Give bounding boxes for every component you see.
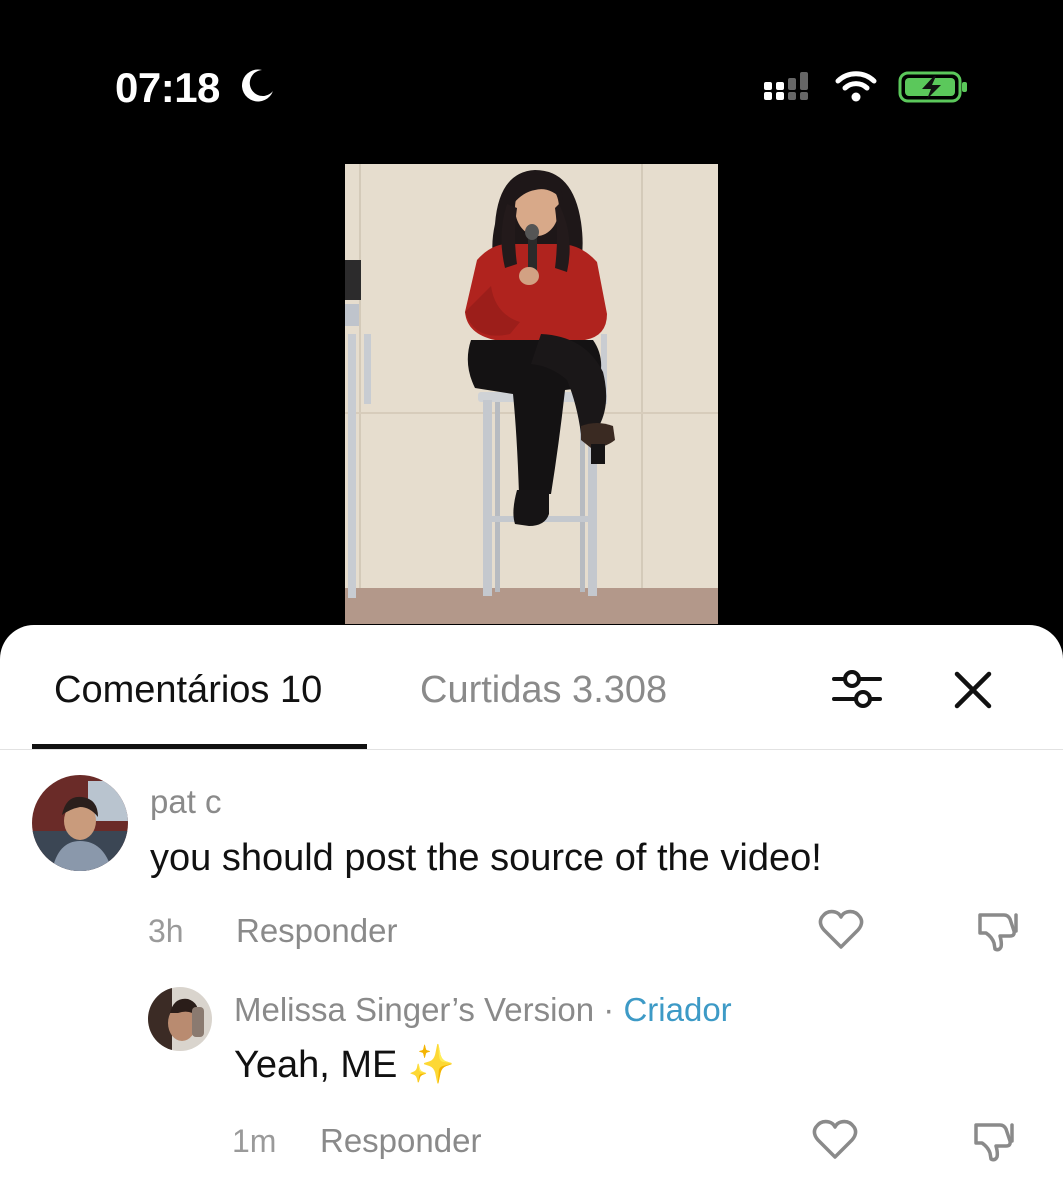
video-frame[interactable] <box>345 164 718 624</box>
comments-sheet: Comentários 10 Curtidas 3.308 pat c you … <box>0 625 1063 1200</box>
moon-icon <box>241 69 273 102</box>
comment-text: Yeah, ME ✨ <box>234 1044 456 1086</box>
video-area[interactable] <box>0 150 1063 630</box>
comment-username[interactable]: pat c <box>150 783 222 821</box>
heart-icon[interactable] <box>812 1119 858 1161</box>
filter-sliders-icon[interactable] <box>830 665 884 713</box>
heart-icon[interactable] <box>818 909 864 951</box>
avatar[interactable] <box>32 775 128 871</box>
avatar[interactable] <box>148 987 212 1051</box>
cellular-signal-icon <box>764 72 808 100</box>
status-time: 07:18 <box>115 64 220 111</box>
comment-time: 3h <box>148 913 184 949</box>
wifi-icon <box>835 71 877 102</box>
close-icon[interactable] <box>950 667 996 713</box>
comment-text: you should post the source of the video! <box>150 837 822 879</box>
tab-comments[interactable]: Comentários 10 <box>54 669 322 712</box>
dislike-icon[interactable] <box>974 909 1022 953</box>
reply-button[interactable]: Responder <box>236 912 397 950</box>
separator-dot: · <box>603 991 615 1028</box>
divider <box>0 749 1063 750</box>
comment-time: 1m <box>232 1123 277 1159</box>
dislike-icon[interactable] <box>970 1119 1018 1163</box>
comment-username[interactable]: Melissa Singer’s Version · Criador <box>234 991 732 1029</box>
battery-charging-icon <box>898 71 967 103</box>
tab-likes[interactable]: Curtidas 3.308 <box>420 669 667 712</box>
username-text[interactable]: Melissa Singer’s Version <box>234 991 594 1028</box>
status-bar: 07:18 <box>0 0 1063 160</box>
creator-badge: Criador <box>623 991 732 1028</box>
reply-button[interactable]: Responder <box>320 1122 481 1160</box>
